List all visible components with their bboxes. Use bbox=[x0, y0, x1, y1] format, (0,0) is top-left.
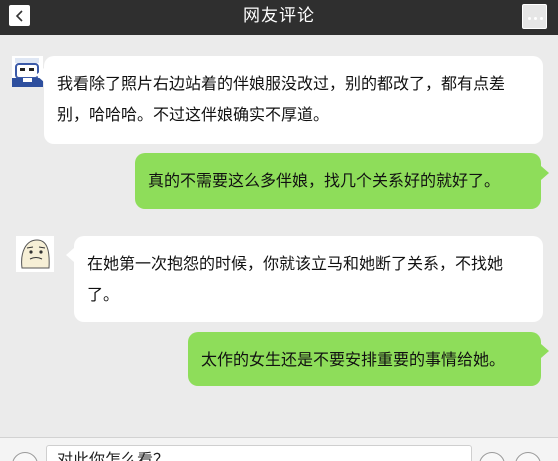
message-bubble-incoming: 我看除了照片右边站着的伴娘服没改过，别的都改了，都有点差别，哈哈哈。不过这伴娘确… bbox=[44, 56, 543, 144]
comment-input[interactable]: 对此你怎么看？ bbox=[46, 445, 472, 461]
avatar-doodle-face bbox=[16, 236, 54, 272]
message-bubble-outgoing: 太作的女生还是不要安排重要的事情给她。 bbox=[188, 332, 541, 386]
comment-input-text: 对此你怎么看？ bbox=[57, 450, 170, 461]
message-text: 真的不需要这么多伴娘，找几个关系好的就好了。 bbox=[148, 171, 501, 190]
message-text: 在她第一次抱怨的时候，你就该立马和她断了关系，不找她了。 bbox=[87, 254, 504, 304]
avatar[interactable] bbox=[16, 236, 54, 272]
plus-button[interactable] bbox=[515, 452, 541, 461]
bubble-tail bbox=[541, 344, 549, 358]
message-text: 我看除了照片右边站着的伴娘服没改过，别的都改了，都有点差别，哈哈哈。不过这伴娘确… bbox=[57, 74, 506, 124]
page-title: 网友评论 bbox=[243, 6, 315, 26]
emoji-button[interactable] bbox=[479, 452, 505, 461]
top-bar: 网友评论 bbox=[0, 0, 558, 35]
bubble-tail bbox=[36, 68, 44, 82]
voice-button[interactable] bbox=[12, 452, 38, 461]
message-bubble-incoming: 在她第一次抱怨的时候，你就该立马和她断了关系，不找她了。 bbox=[74, 236, 543, 322]
message-bubble-outgoing: 真的不需要这么多伴娘，找几个关系好的就好了。 bbox=[135, 153, 541, 209]
message-text: 太作的女生还是不要安排重要的事情给她。 bbox=[201, 350, 506, 369]
bubble-tail bbox=[541, 166, 549, 180]
more-button[interactable] bbox=[522, 4, 547, 29]
composer-bar: 对此你怎么看？ bbox=[0, 437, 558, 461]
bubble-tail bbox=[66, 248, 74, 262]
